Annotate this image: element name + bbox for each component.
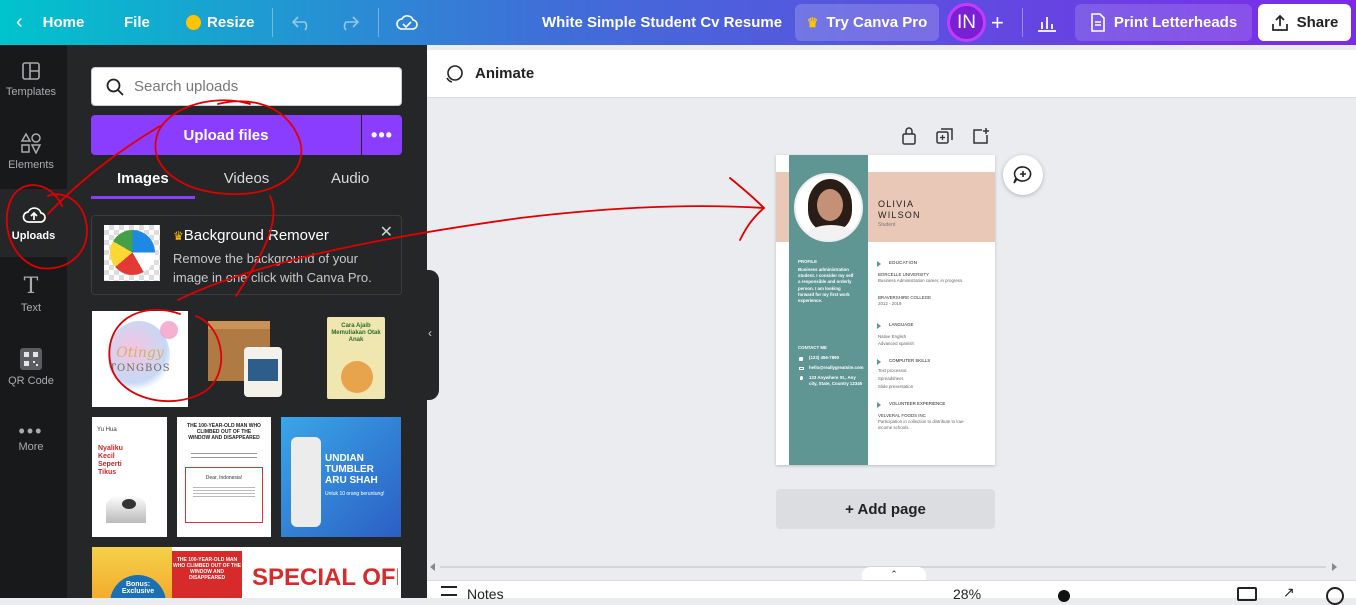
rail-text[interactable]: T Text <box>0 261 62 329</box>
animate-icon <box>446 64 463 83</box>
promo-title: Background Remover <box>183 227 329 244</box>
upload-more-options[interactable]: ••• <box>362 115 402 155</box>
duplicate-page-icon[interactable] <box>936 127 954 150</box>
templates-icon <box>22 61 40 80</box>
bottom-bar: Notes 28% ↗ <box>427 580 1356 605</box>
rail-more[interactable]: ••• More <box>0 405 62 473</box>
qr-code-icon <box>20 347 42 370</box>
tab-audio[interactable]: Audio <box>298 163 402 199</box>
add-comment-button[interactable] <box>1003 155 1043 195</box>
upload-thumb-yu-hua[interactable]: Yu Hua Nyaliku Kecil Seperti Tikus <box>92 417 167 537</box>
upload-thumb-tongbos[interactable]: Otingy TONGBOS <box>92 311 188 407</box>
undo-icon[interactable] <box>291 0 313 45</box>
upload-files-button[interactable]: Upload files <box>91 115 361 155</box>
document-title[interactable]: White Simple Student Cv Resume <box>542 0 782 45</box>
scroll-right-arrow[interactable] <box>1332 563 1337 571</box>
divider <box>378 8 379 37</box>
close-icon[interactable]: ✕ <box>380 222 393 242</box>
animate-button[interactable]: Animate <box>475 65 534 82</box>
notes-button[interactable]: Notes <box>441 586 504 602</box>
more-dots-icon: ••• <box>371 124 393 145</box>
file-menu[interactable]: File <box>124 0 150 45</box>
print-letterheads-button[interactable]: Print Letterheads <box>1075 4 1252 41</box>
chevron-left-icon: ‹ <box>16 11 23 33</box>
avatar[interactable]: IN <box>947 3 986 42</box>
redo-icon[interactable] <box>338 0 360 45</box>
beach-ball-image <box>104 225 160 281</box>
rail-uploads[interactable]: Uploads <box>0 189 67 257</box>
crown-coin-icon <box>186 15 201 30</box>
upload-thumb-box-candle[interactable] <box>204 311 286 407</box>
scroll-left-arrow[interactable] <box>430 563 435 571</box>
chevron-right-icon <box>877 402 881 408</box>
comment-plus-icon <box>1013 166 1032 184</box>
rail-qrcode[interactable]: QR Code <box>0 333 62 401</box>
crown-icon: ♛ <box>173 229 184 243</box>
text-t-icon: T <box>23 273 39 299</box>
location-icon <box>800 376 803 380</box>
upload-thumb-book-otak-anak[interactable]: Cara Ajaib Memuliakan Otak Anak <box>327 317 385 399</box>
document-icon <box>1091 13 1105 32</box>
upload-thumb-special-offer[interactable]: Bonus: Exclusive THE 100-YEAR-OLD MAN WH… <box>92 547 401 598</box>
tab-images[interactable]: Images <box>91 163 195 199</box>
search-box[interactable] <box>91 67 402 106</box>
fullscreen-icon[interactable]: ↗ <box>1283 584 1295 601</box>
zoom-slider-knob[interactable] <box>1058 590 1070 602</box>
profile-photo <box>794 173 863 242</box>
add-collaborator-icon[interactable]: + <box>991 0 1004 45</box>
show-pages-tab[interactable]: ⌃ <box>862 567 926 581</box>
more-dots-icon: ••• <box>18 420 44 441</box>
email-icon <box>799 367 804 370</box>
elements-shapes-icon <box>20 131 42 154</box>
top-bar: ‹ Home File Resize White Simple Student … <box>0 0 1356 45</box>
chevron-right-icon <box>877 323 881 329</box>
share-icon <box>1271 14 1288 31</box>
background-remover-promo[interactable]: ♛Background Remover Remove the backgroun… <box>91 215 402 295</box>
resume-page[interactable]: OLIVIA WILSON Student PROFILE Business a… <box>776 155 995 465</box>
resize-button[interactable]: Resize <box>186 0 255 45</box>
upload-thumb-100-year-old-man[interactable]: THE 100-YEAR-OLD MAN WHO CLIMBED OUT OF … <box>177 417 271 537</box>
add-page-button[interactable]: + Add page <box>776 489 995 529</box>
notes-icon <box>441 586 457 596</box>
canvas-toolbar: Animate <box>427 50 1356 98</box>
chevron-right-icon <box>877 261 881 267</box>
pages-grid-icon[interactable] <box>1237 587 1257 601</box>
cloud-saved-icon[interactable] <box>396 0 418 45</box>
share-button[interactable]: Share <box>1258 4 1351 41</box>
chevron-right-icon <box>877 359 881 365</box>
rail-elements[interactable]: Elements <box>0 117 62 185</box>
help-icon[interactable] <box>1326 587 1344 605</box>
home-button[interactable]: ‹ Home <box>16 0 84 45</box>
upload-thumb-undian-tumbler[interactable]: UNDIAN TUMBLER ARU SHAH Untuk 10 orang b… <box>281 417 401 537</box>
side-rail: Templates Elements Uploads T Text QR Cod… <box>0 45 67 598</box>
search-input[interactable] <box>134 78 384 95</box>
chevron-left-icon: ‹ <box>428 326 432 340</box>
lock-icon[interactable] <box>901 127 917 150</box>
try-canva-pro-button[interactable]: ♛ Try Canva Pro <box>795 4 939 41</box>
crown-icon: ♛ <box>806 14 819 30</box>
media-tabs: Images Videos Audio <box>91 163 402 199</box>
zoom-level[interactable]: 28% <box>953 586 981 602</box>
search-icon <box>106 78 124 96</box>
uploads-panel: Upload files ••• Images Videos Audio ♛Ba… <box>67 45 427 598</box>
tab-videos[interactable]: Videos <box>195 163 299 199</box>
chevron-up-icon: ⌃ <box>890 568 898 579</box>
insights-chart-icon[interactable] <box>1028 4 1066 41</box>
promo-text: Remove the background of your image in o… <box>173 251 372 285</box>
add-page-icon[interactable] <box>972 127 990 150</box>
divider <box>272 8 273 37</box>
rail-templates[interactable]: Templates <box>0 45 62 113</box>
divider <box>1022 8 1023 37</box>
cloud-upload-icon <box>22 206 46 223</box>
phone-icon <box>799 357 803 361</box>
